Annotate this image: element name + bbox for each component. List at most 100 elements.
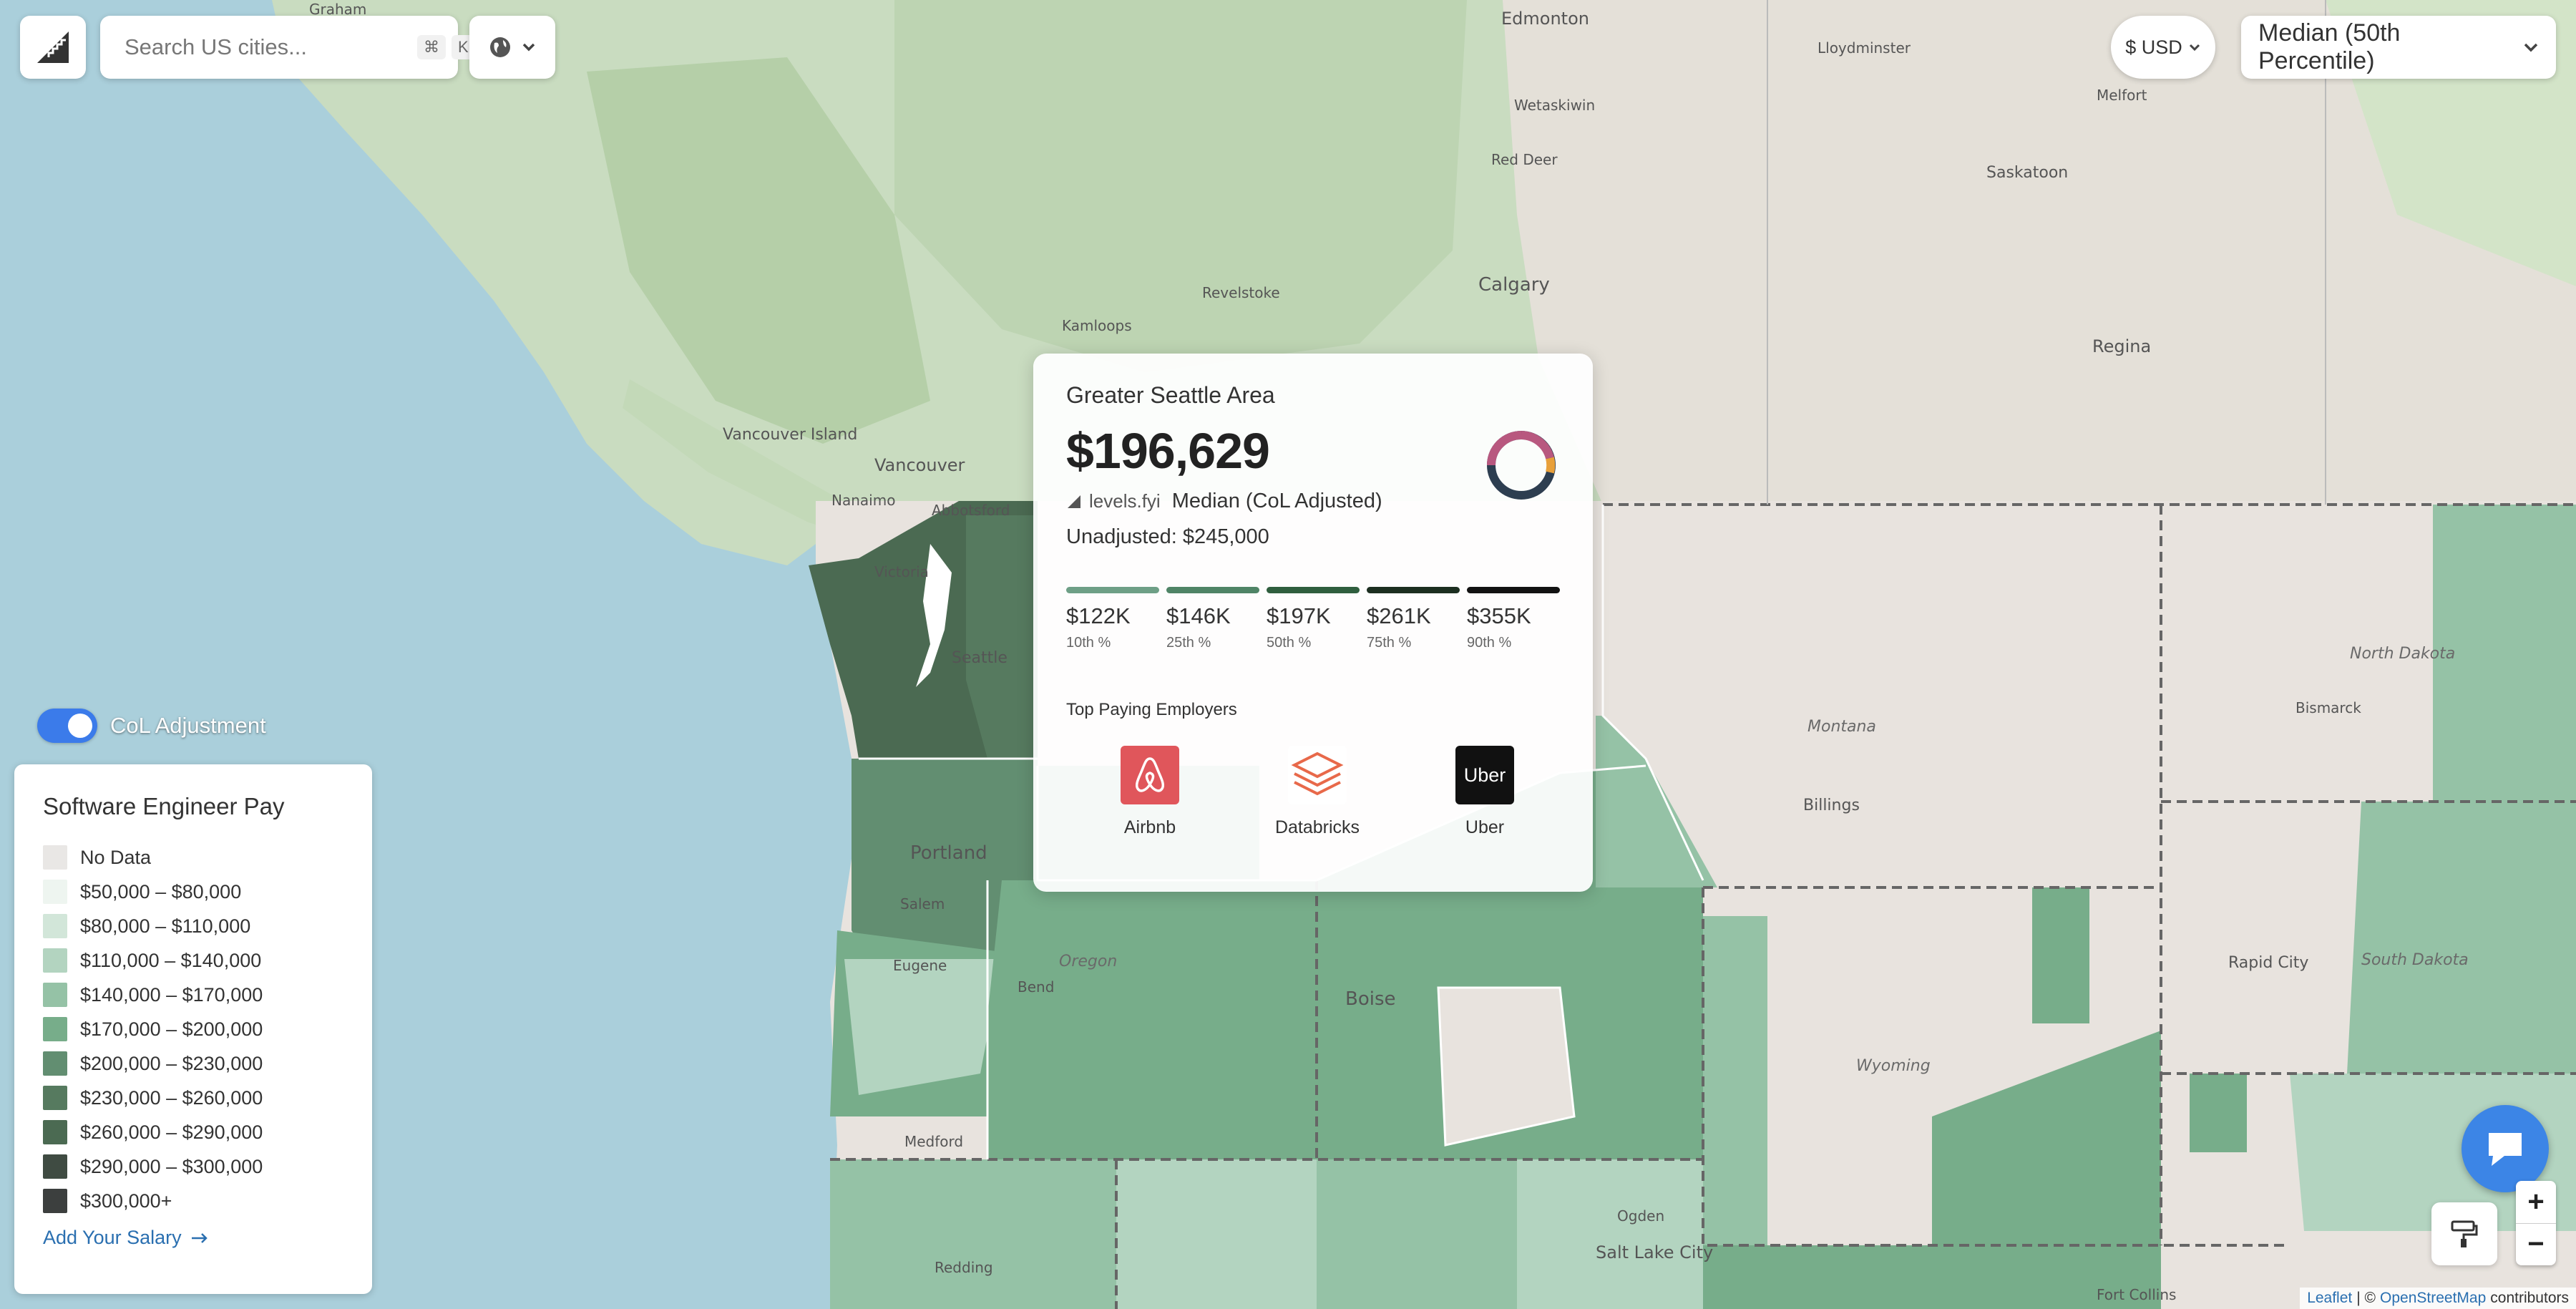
map-label-oregon: Oregon	[1059, 953, 1117, 970]
legend-item: $140,000 – $170,000	[43, 978, 343, 1012]
percentile-90: $355K 90th %	[1467, 587, 1560, 651]
employer-airbnb[interactable]: Airbnb	[1066, 746, 1234, 838]
home-logo-button[interactable]	[20, 16, 86, 79]
map-label-montana: Montana	[1807, 718, 1876, 736]
percentile-25: $146K 25th %	[1166, 587, 1259, 651]
legend-item: $260,000 – $290,000	[43, 1115, 343, 1149]
map-label-red-deer: Red Deer	[1491, 151, 1558, 168]
zoom-out-button[interactable]: −	[2516, 1222, 2556, 1266]
median-type-label: Median (CoL Adjusted)	[1171, 490, 1382, 512]
chevron-down-icon	[522, 43, 535, 52]
percentile-bar	[1166, 587, 1259, 593]
percentile-bar	[1467, 587, 1560, 593]
unadjusted-amount: Unadjusted: $245,000	[1066, 525, 1269, 548]
col-adjustment-label: CoL Adjustment	[110, 713, 266, 738]
map-label-calgary: Calgary	[1478, 274, 1550, 296]
zoom-in-button[interactable]: +	[2516, 1181, 2556, 1223]
uber-logo-text: Uber	[1463, 764, 1506, 786]
levels-logo-icon	[37, 31, 69, 63]
map-label-nanaimo: Nanaimo	[831, 492, 895, 509]
map-label-vancouver-island: Vancouver Island	[723, 426, 857, 444]
map-style-button[interactable]	[2431, 1202, 2497, 1265]
percentile-10: $122K 10th %	[1066, 587, 1159, 651]
percentile-75: $261K 75th %	[1367, 587, 1460, 651]
currency-label: $ USD	[2125, 36, 2182, 58]
map-label-victoria: Victoria	[874, 563, 929, 580]
legend-label: $230,000 – $260,000	[80, 1086, 263, 1109]
legend-item: No Data	[43, 840, 343, 875]
legend-swatch	[43, 1017, 67, 1041]
legend-swatch	[43, 845, 67, 870]
toggle-switch[interactable]	[37, 709, 97, 743]
map-label-ogden: Ogden	[1617, 1207, 1664, 1225]
map-label-portland: Portland	[910, 842, 987, 864]
percentile-label: 75th %	[1367, 635, 1412, 651]
legend-item: $50,000 – $80,000	[43, 875, 343, 909]
legend-item: $300,000+	[43, 1184, 343, 1218]
map-label-south-dakota: South Dakota	[2361, 951, 2469, 969]
map-label-saskatoon: Saskatoon	[1986, 164, 2068, 182]
employer-name: Airbnb	[1123, 817, 1176, 837]
map-label-lloydminster: Lloydminster	[1818, 39, 1911, 57]
map-label-fort-collins: Fort Collins	[2097, 1286, 2176, 1303]
chat-button[interactable]	[2462, 1105, 2549, 1192]
attribution-separator: | ©	[2356, 1290, 2376, 1306]
legend-swatch	[43, 983, 67, 1007]
legend-label: $290,000 – $300,000	[80, 1155, 263, 1177]
legend-label: $80,000 – $110,000	[80, 915, 251, 937]
employers-list: Airbnb Databricks Uber Uber	[1066, 746, 1568, 838]
legend-swatch	[43, 914, 67, 938]
employer-name: Uber	[1465, 817, 1505, 837]
source-label: levels.fyi	[1089, 490, 1161, 512]
popup-title: Greater Seattle Area	[1066, 382, 1275, 408]
employer-name: Databricks	[1274, 817, 1360, 837]
attribution-contributors: contributors	[2490, 1290, 2569, 1306]
legend-swatch	[43, 880, 67, 904]
employer-uber[interactable]: Uber Uber	[1401, 746, 1568, 838]
search-input[interactable]	[123, 34, 411, 61]
legend-label: $50,000 – $80,000	[80, 880, 242, 902]
legend-swatch	[43, 1154, 67, 1179]
uber-logo-icon: Uber	[1455, 746, 1514, 804]
chevron-down-icon	[2524, 43, 2538, 52]
map-label-boise: Boise	[1345, 988, 1396, 1010]
percentile-bar	[1066, 587, 1159, 593]
globe-icon	[490, 37, 510, 57]
map-label-abbotsford: Abbotsford	[932, 502, 1010, 519]
legend-label: $260,000 – $290,000	[80, 1121, 263, 1143]
chevron-down-icon	[2189, 44, 2200, 52]
percentile-value: $261K	[1367, 603, 1431, 628]
map-attribution: Leaflet | © OpenStreetMap contributors	[2300, 1288, 2576, 1309]
search-box[interactable]: ⌘ K	[100, 16, 475, 79]
map-label-billings: Billings	[1803, 797, 1860, 814]
map-label-wetaskiwin: Wetaskiwin	[1514, 97, 1595, 114]
legend-swatch	[43, 1120, 67, 1144]
popup-source-row: levels.fyi Median (CoL Adjusted)	[1066, 490, 1382, 513]
col-adjustment-toggle[interactable]: CoL Adjustment	[37, 709, 266, 743]
map-label-vancouver: Vancouver	[874, 455, 965, 475]
region-popup-card: Greater Seattle Area $196,629 levels.fyi…	[1033, 354, 1593, 892]
percentile-label: 25th %	[1166, 635, 1211, 651]
airbnb-logo-icon	[1121, 746, 1179, 804]
map-label-bend: Bend	[1018, 978, 1054, 996]
zoom-control: + −	[2516, 1181, 2556, 1265]
add-salary-link[interactable]: Add Your Salary	[43, 1227, 343, 1249]
shortcut-cmd-key: ⌘	[417, 35, 446, 59]
map-label-redding: Redding	[935, 1259, 993, 1276]
legend-item: $230,000 – $260,000	[43, 1081, 343, 1115]
chat-bubble-icon	[2489, 1133, 2522, 1166]
employer-databricks[interactable]: Databricks	[1234, 746, 1401, 838]
openstreetmap-link[interactable]: OpenStreetMap	[2380, 1290, 2486, 1307]
databricks-logo-icon	[1288, 746, 1347, 804]
map-label-bismarck: Bismarck	[2296, 699, 2361, 716]
map-label-edmonton: Edmonton	[1501, 9, 1589, 29]
levels-logo-icon	[1068, 495, 1080, 508]
percentile-value: $146K	[1166, 603, 1231, 628]
legend-label: $300,000+	[80, 1189, 172, 1212]
region-select-button[interactable]	[469, 16, 555, 79]
currency-dropdown[interactable]: $ USD	[2111, 16, 2215, 79]
percentile-label: 50th %	[1267, 635, 1312, 651]
percentile-dropdown[interactable]: Median (50th Percentile)	[2241, 16, 2556, 79]
leaflet-link[interactable]: Leaflet	[2307, 1290, 2352, 1307]
map-label-salt-lake-city: Salt Lake City	[1596, 1242, 1713, 1262]
